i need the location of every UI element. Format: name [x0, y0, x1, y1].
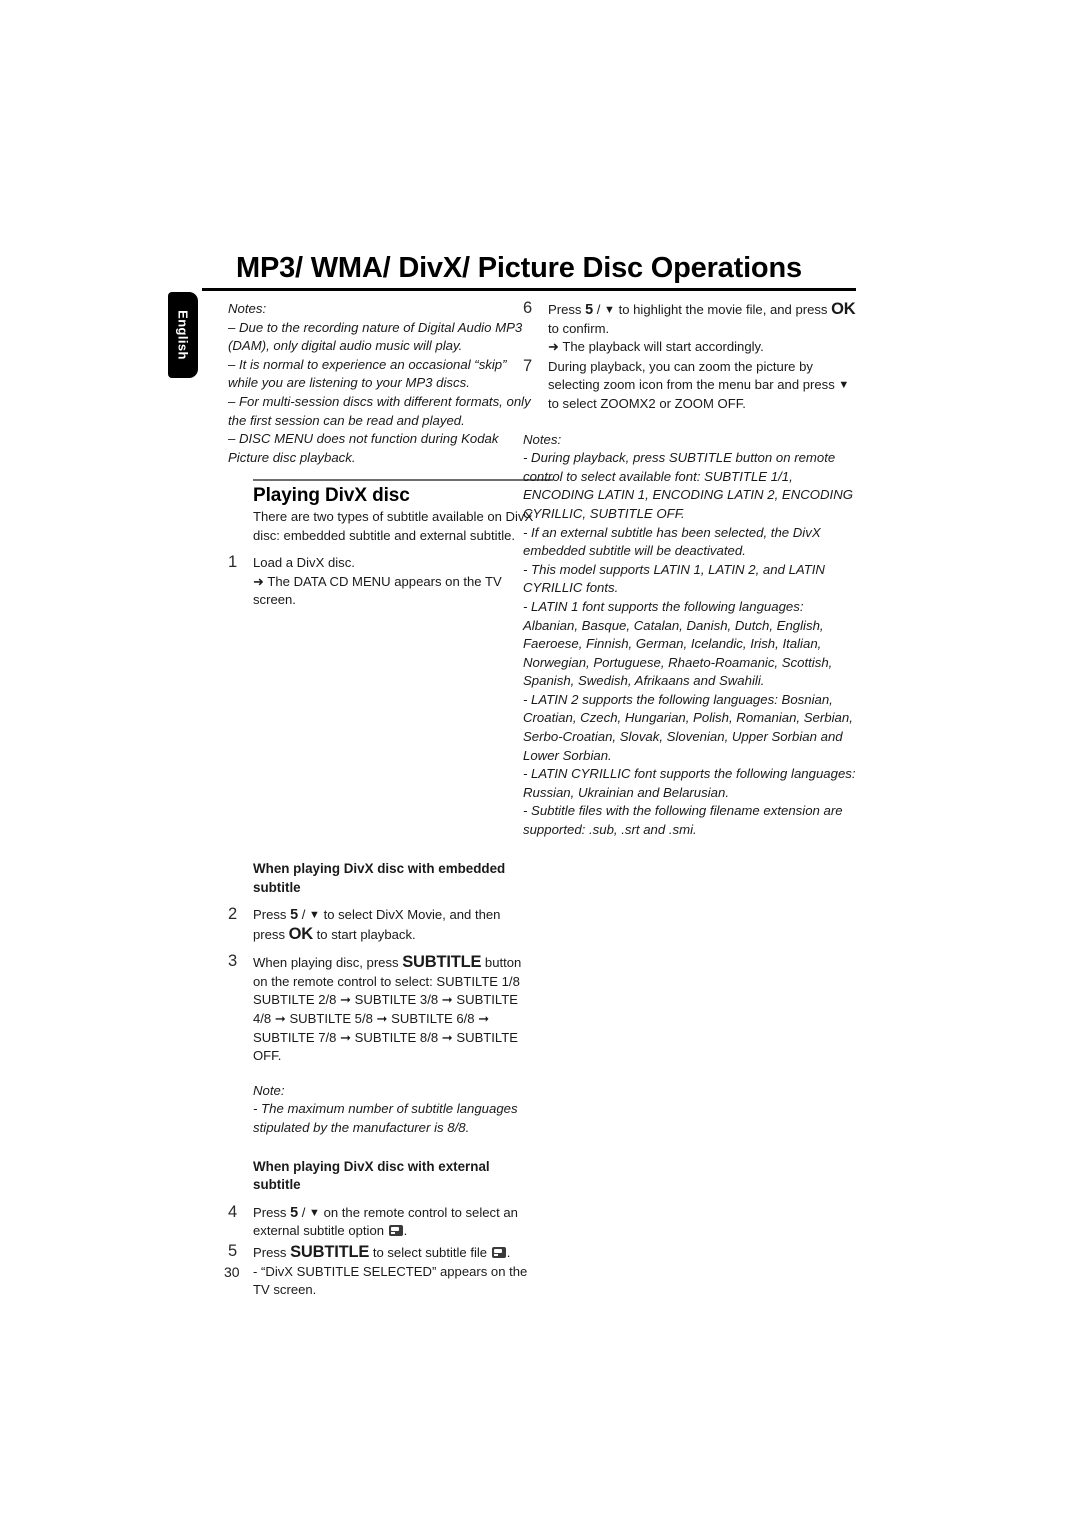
arrow-icon: ➜: [253, 573, 264, 589]
step-5: 5 Press SUBTITLE to select subtitle file…: [228, 1242, 534, 1300]
right-notes-item-5: - LATIN CYRILLIC font supports the follo…: [523, 766, 856, 800]
key-down-icon: ▼: [309, 1206, 320, 1219]
subtitle-icon: [388, 1225, 403, 1237]
language-tab: English: [168, 292, 198, 378]
notes-top-item-1: – It is normal to experience an occasion…: [228, 356, 507, 391]
language-tab-label: English: [175, 310, 191, 360]
key-down-icon: ▼: [604, 304, 615, 316]
document-page: English MP3/ WMA/ DivX/ Picture Disc Ope…: [0, 0, 1080, 1528]
step-3: 3 When playing disc, press SUBTITLE butt…: [228, 952, 534, 1066]
step-1-result: ➜ The DATA CD MENU appears on the TV scr…: [253, 573, 502, 608]
subheading-embedded-subtitle: When playing DivX disc with embedded sub…: [253, 860, 506, 895]
key-subtitle: SUBTITLE: [402, 953, 482, 972]
step-7-number: 7: [523, 356, 533, 375]
note-mid-text: - The maximum number of subtitle languag…: [253, 1101, 518, 1136]
step-6-text: Press 5 / ▼ to highlight the movie file,…: [548, 300, 856, 336]
arrow-icon: ➜: [548, 339, 559, 355]
right-notes: Notes: - During playback, press SUBTITLE…: [523, 431, 861, 840]
intro-paragraph: There are two types of subtitle availabl…: [253, 508, 534, 543]
key-down-icon: ▼: [838, 379, 850, 392]
subtitle-icon: [491, 1247, 506, 1258]
step-3-text: When playing disc, press SUBTITLE button…: [253, 953, 522, 1064]
step-7: 7 During playback, you can zoom the pict…: [523, 356, 861, 414]
notes-top-item-0: – Due to the recording nature of Digital…: [228, 319, 523, 354]
step-6: 6 Press 5 / ▼ to highlight the movie fil…: [523, 299, 861, 357]
step-4-text: Press 5 / ▼ on the remote control to sel…: [253, 1204, 518, 1239]
right-column: 6 Press 5 / ▼ to highlight the movie fil…: [523, 299, 861, 840]
right-notes-item-0: - During playback, press SUBTITLE button…: [523, 450, 853, 521]
right-notes-item-4: - LATIN 2 supports the following languag…: [523, 691, 853, 763]
key-up: 5: [290, 907, 299, 924]
key-down-icon: ▼: [309, 909, 320, 922]
subheading-external-subtitle: When playing DivX disc with external sub…: [253, 1158, 490, 1193]
step-5-text: Press SUBTITLE to select subtitle file .: [253, 1243, 511, 1261]
section-divider: [253, 479, 553, 482]
step-2: 2 Press 5 / ▼ to select DivX Movie, and …: [228, 905, 534, 944]
left-column: Notes: – Due to the recording nature of …: [228, 300, 553, 1300]
page-title: MP3/ WMA/ DivX/ Picture Disc Operations: [236, 252, 802, 284]
notes-top-item-3: – DISC MENU does not function during Kod…: [228, 431, 499, 465]
key-up: 5: [585, 302, 594, 318]
key-up: 5: [290, 1204, 299, 1221]
step-2-number: 2: [228, 905, 238, 924]
step-6-result: ➜ The playback will start accordingly.: [548, 339, 764, 355]
right-notes-heading: Notes:: [523, 431, 562, 447]
right-notes-item-1: - If an external subtitle has been selec…: [523, 524, 821, 559]
page-number: 30: [224, 1264, 240, 1280]
title-divider: [202, 288, 856, 291]
step-1-number: 1: [228, 553, 238, 572]
step-3-number: 3: [228, 952, 238, 971]
notes-top-item-2: – For multi-session discs with different…: [228, 393, 531, 428]
step-1-text: Load a DivX disc.: [253, 555, 355, 571]
note-mid: Note: - The maximum number of subtitle l…: [253, 1082, 534, 1138]
notes-top-heading: Notes:: [228, 301, 267, 316]
step-4-number: 4: [228, 1202, 238, 1221]
key-subtitle: SUBTITLE: [290, 1243, 370, 1261]
step-7-text: During playback, you can zoom the pictur…: [548, 358, 850, 411]
note-mid-heading: Note:: [253, 1082, 285, 1098]
step-5-number: 5: [228, 1242, 238, 1260]
step-4: 4 Press 5 / ▼ on the remote control to s…: [228, 1202, 534, 1241]
key-ok: OK: [288, 924, 314, 943]
right-notes-item-3: - LATIN 1 font supports the following la…: [523, 598, 833, 689]
step-2-text: Press 5 / ▼ to select DivX Movie, and th…: [253, 907, 501, 943]
step-1: 1 Load a DivX disc. ➜ The DATA CD MENU a…: [228, 553, 534, 610]
notes-top: Notes: – Due to the recording nature of …: [228, 300, 534, 467]
right-notes-item-6: - Subtitle files with the following file…: [523, 803, 843, 838]
right-notes-item-2: - This model supports LATIN 1, LATIN 2, …: [523, 561, 825, 596]
step-5-result: - “DivX SUBTITLE SELECTED” appears on th…: [253, 1263, 528, 1298]
step-6-number: 6: [523, 299, 533, 317]
step-3-chain: SUBTILTE 2/8 ➞ SUBTILTE 3/8 ➞ SUBTILTE 4…: [253, 992, 518, 1064]
section-heading-playing-divx: Playing DivX disc: [253, 485, 410, 507]
key-ok: OK: [831, 300, 856, 318]
